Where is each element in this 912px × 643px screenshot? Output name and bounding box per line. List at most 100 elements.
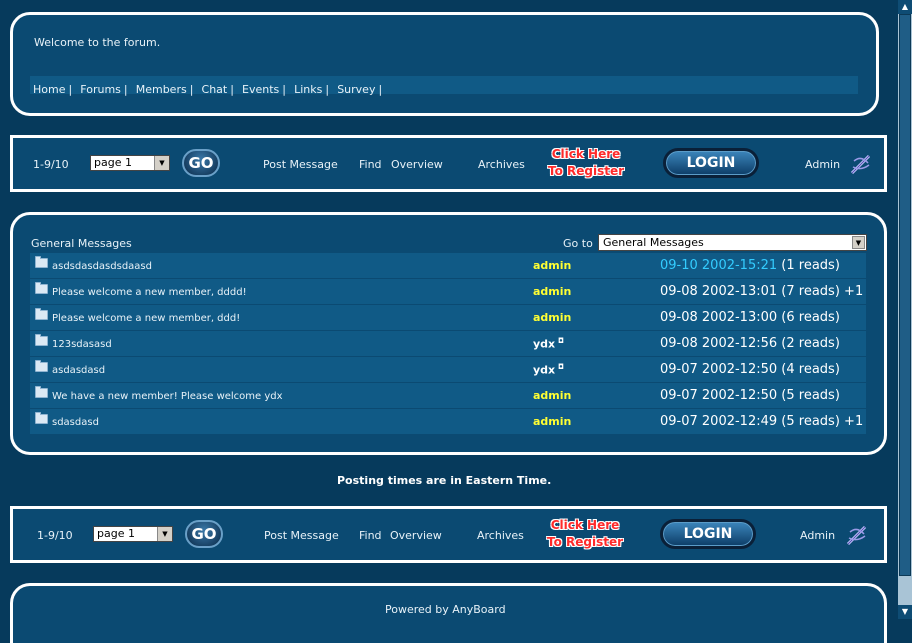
message-author[interactable]: admin <box>533 259 571 272</box>
message-author[interactable]: ydx ◘ <box>533 337 564 351</box>
message-subject[interactable]: 123sdasasd <box>52 339 112 350</box>
message-author[interactable]: admin <box>533 285 571 298</box>
register-line-2: To Register <box>547 164 625 178</box>
message-subject[interactable]: We have a new member! Please welcome ydx <box>52 391 283 402</box>
folder-icon <box>35 412 48 424</box>
top-admin-link[interactable]: Admin <box>805 158 840 171</box>
folder-icon <box>35 308 48 320</box>
register-line-1: Click Here <box>550 518 620 532</box>
message-meta: 09-08 2002-12:56 (2 reads) <box>660 336 840 351</box>
goto-forum-select[interactable]: General Messages ▼ <box>598 234 867 251</box>
nav-members[interactable]: Members <box>136 83 187 96</box>
bottom-register-button[interactable]: Click Here To Register <box>545 517 625 551</box>
nav-chat[interactable]: Chat <box>202 83 228 96</box>
top-archives-link[interactable]: Archives <box>478 158 525 171</box>
top-find-link[interactable]: Find <box>359 158 382 171</box>
message-date: 09-07 2002-12:50 <box>660 388 778 403</box>
bottom-go-button[interactable]: GO <box>185 520 223 548</box>
message-extra: +1 <box>844 414 864 429</box>
message-row[interactable]: Please welcome a new member, ddd! admin … <box>30 305 866 330</box>
top-page-select[interactable]: page 1 ▼ <box>90 155 170 171</box>
register-line-2: To Register <box>546 535 624 549</box>
nav-separator: | <box>378 83 383 96</box>
message-subject[interactable]: Please welcome a new member, dddd! <box>52 287 247 298</box>
message-subject[interactable]: asdsdasdasdsdaasd <box>52 261 152 272</box>
vertical-scrollbar[interactable]: ▲ ▼ <box>898 0 912 619</box>
scroll-up-arrow-icon[interactable]: ▲ <box>898 0 912 14</box>
folder-icon <box>35 360 48 372</box>
welcome-text: Welcome to the forum. <box>34 36 161 49</box>
folder-icon <box>35 256 48 268</box>
message-row[interactable]: 123sdasasd ydx ◘ 09-08 2002-12:56 (2 read… <box>30 331 866 356</box>
message-meta: 09-08 2002-13:00 (6 reads) <box>660 310 840 325</box>
user-info-icon[interactable]: ◘ <box>558 363 564 371</box>
nav-separator: | <box>68 83 73 96</box>
folder-icon <box>35 334 48 346</box>
scroll-down-arrow-icon[interactable]: ▼ <box>898 605 912 619</box>
nav-links[interactable]: Links <box>294 83 322 96</box>
message-row[interactable]: sdasdasd admin 09-07 2002-12:49 (5 reads… <box>30 409 866 434</box>
nav-home[interactable]: Home <box>33 83 65 96</box>
message-row[interactable]: asdsdasdasdsdaasd admin 09-10 2002-15:21… <box>30 253 866 278</box>
nav-events[interactable]: Events <box>242 83 279 96</box>
magic-wand-icon[interactable] <box>849 153 873 175</box>
message-subject[interactable]: sdasdasd <box>52 417 99 428</box>
message-reads: (5 reads) <box>781 388 840 403</box>
top-register-button[interactable]: Click Here To Register <box>546 146 626 180</box>
message-meta: 09-10 2002-15:21 (1 reads) <box>660 258 840 273</box>
bottom-range-label: 1-9/10 <box>37 529 73 542</box>
bottom-page-select[interactable]: page 1 ▼ <box>93 526 173 542</box>
message-date: 09-07 2002-12:50 <box>660 362 778 377</box>
bottom-overview-link[interactable]: Overview <box>390 529 442 542</box>
powered-by: Powered by AnyBoard <box>385 603 506 616</box>
goto-forum-value: General Messages <box>603 236 704 249</box>
message-reads: (4 reads) <box>781 362 840 377</box>
message-reads: (1 reads) <box>781 258 840 273</box>
message-subject[interactable]: asdasdasd <box>52 365 105 376</box>
bottom-find-link[interactable]: Find <box>359 529 382 542</box>
top-login-button[interactable]: LOGIN <box>663 148 759 178</box>
message-row[interactable]: We have a new member! Please welcome ydx… <box>30 383 866 408</box>
main-nav: Home | Forums | Members | Chat | Events | Lin… <box>30 76 858 96</box>
message-author[interactable]: admin <box>533 311 571 324</box>
nav-separator: | <box>282 83 287 96</box>
bottom-login-button[interactable]: LOGIN <box>660 519 756 549</box>
top-overview-link[interactable]: Overview <box>391 158 443 171</box>
message-reads: (6 reads) <box>781 310 840 325</box>
nav-forums[interactable]: Forums <box>80 83 121 96</box>
message-extra: +1 <box>844 284 864 299</box>
message-date: 09-08 2002-13:00 <box>660 310 778 325</box>
message-date: 09-08 2002-12:56 <box>660 336 778 351</box>
message-date: 09-07 2002-12:49 <box>660 414 778 429</box>
message-row[interactable]: Please welcome a new member, dddd! admin… <box>30 279 866 304</box>
message-author[interactable]: ydx ◘ <box>533 363 564 377</box>
chevron-down-icon: ▼ <box>852 236 865 249</box>
nav-survey[interactable]: Survey <box>337 83 375 96</box>
nav-separator: | <box>230 83 234 96</box>
magic-wand-icon[interactable] <box>845 524 869 546</box>
bottom-archives-link[interactable]: Archives <box>477 529 524 542</box>
message-reads: (7 reads) <box>781 284 840 299</box>
message-subject[interactable]: Please welcome a new member, ddd! <box>52 313 240 324</box>
scrollbar-thumb[interactable] <box>899 14 911 576</box>
posting-time-note: Posting times are in Eastern Time. <box>337 474 552 487</box>
forum-title: General Messages <box>31 237 132 250</box>
nav-separator: | <box>325 83 330 96</box>
user-info-icon[interactable]: ◘ <box>558 337 564 345</box>
message-meta: 09-08 2002-13:01 (7 reads) +1 <box>660 284 863 299</box>
message-reads: (5 reads) <box>781 414 840 429</box>
message-author[interactable]: admin <box>533 389 571 402</box>
top-post-message-link[interactable]: Post Message <box>263 158 338 171</box>
message-date: 09-10 2002-15:21 <box>660 258 778 273</box>
register-line-1: Click Here <box>551 147 621 161</box>
top-page-select-value: page 1 <box>94 156 132 169</box>
bottom-post-message-link[interactable]: Post Message <box>264 529 339 542</box>
nav-separator: | <box>189 83 194 96</box>
message-author[interactable]: admin <box>533 415 571 428</box>
folder-icon <box>35 282 48 294</box>
message-row[interactable]: asdasdasd ydx ◘ 09-07 2002-12:50 (4 reads… <box>30 357 866 382</box>
bottom-admin-link[interactable]: Admin <box>800 529 835 542</box>
goto-label: Go to <box>563 237 593 250</box>
top-go-button[interactable]: GO <box>182 149 220 177</box>
message-date: 09-08 2002-13:01 <box>660 284 778 299</box>
